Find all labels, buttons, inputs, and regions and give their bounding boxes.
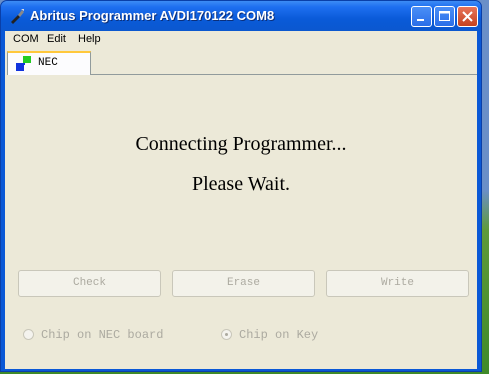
maximize-icon <box>439 11 450 21</box>
erase-button[interactable]: Erase <box>172 270 315 297</box>
write-button[interactable]: Write <box>326 270 469 297</box>
menu-edit[interactable]: Edit <box>47 33 66 45</box>
window-title: Abritus Programmer AVDI170122 COM8 <box>30 8 275 23</box>
minimize-icon <box>417 19 424 21</box>
radio-label-key: Chip on Key <box>239 328 319 342</box>
menu-com[interactable]: COM <box>13 33 39 45</box>
tab-strip: NEC <box>5 49 477 75</box>
close-button[interactable] <box>457 6 478 27</box>
menu-bar: COM Edit Help <box>5 31 477 48</box>
minimize-button[interactable] <box>411 6 432 27</box>
radio-dot-icon <box>225 333 228 336</box>
client-area: COM Edit Help NEC Connecting Programmer.… <box>5 31 477 369</box>
app-icon <box>9 8 25 24</box>
status-message: Connecting Programmer... <box>135 133 347 155</box>
tab-nec-label: NEC <box>38 57 58 69</box>
nec-chip-icon <box>16 56 32 72</box>
tab-nec[interactable]: NEC <box>7 51 91 75</box>
radio-label-nec-board: Chip on NEC board <box>41 328 164 342</box>
wait-message: Please Wait. <box>192 173 290 195</box>
maximize-button[interactable] <box>434 6 455 27</box>
app-window: Abritus Programmer AVDI170122 COM8 COM E… <box>0 0 482 372</box>
close-icon <box>462 11 473 22</box>
radio-checked-icon[interactable] <box>221 329 232 340</box>
title-bar[interactable]: Abritus Programmer AVDI170122 COM8 <box>1 1 481 31</box>
main-panel: Connecting Programmer... Please Wait. Ch… <box>5 75 477 369</box>
radio-unchecked-icon[interactable] <box>23 329 34 340</box>
check-button[interactable]: Check <box>18 270 161 297</box>
menu-help[interactable]: Help <box>78 33 101 45</box>
